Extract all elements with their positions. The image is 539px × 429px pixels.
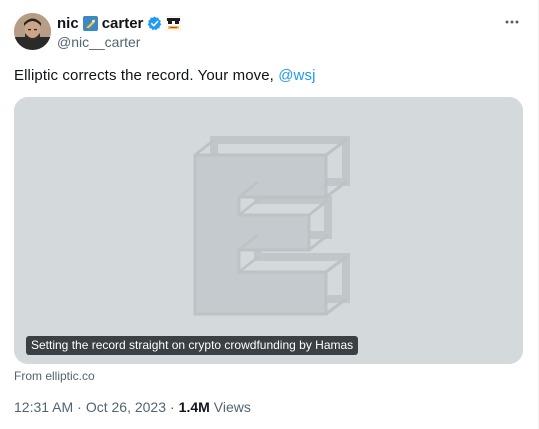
views-label: Views (213, 399, 251, 415)
meta-separator: · (170, 399, 175, 415)
tweet-text: Elliptic corrects the record. Your move,… (14, 67, 316, 84)
card-source[interactable]: From elliptic.co (14, 369, 95, 383)
meta-separator: · (77, 399, 82, 415)
rocket-emoji-icon (82, 15, 98, 31)
more-dots-icon (505, 20, 519, 24)
verified-badge-icon[interactable] (147, 16, 162, 31)
tweet-text-body: Elliptic corrects the record. Your move, (14, 67, 279, 84)
author-name-first[interactable]: nic (57, 15, 79, 32)
elliptic-logo-icon (14, 97, 523, 364)
card-caption[interactable]: Setting the record straight on crypto cr… (26, 336, 359, 355)
avatar-photo-icon (14, 13, 51, 50)
tweet: nic carter @nic__carter Elliptic correct… (0, 0, 539, 429)
more-options-button[interactable] (503, 14, 521, 30)
link-card[interactable]: Setting the record straight on crypto cr… (14, 97, 523, 364)
tweet-meta: 12:31 AM · Oct 26, 2023 · 1.4M Views (14, 399, 251, 415)
author-name-row[interactable]: nic carter (57, 14, 182, 32)
views-count[interactable]: 1.4M (179, 399, 210, 415)
author-name-last[interactable]: carter (102, 15, 144, 32)
pixel-glasses-icon (166, 15, 182, 31)
avatar[interactable] (14, 13, 51, 50)
tweet-time[interactable]: 12:31 AM (14, 399, 73, 415)
mention-link[interactable]: @wsj (278, 67, 315, 84)
author-handle[interactable]: @nic__carter (57, 34, 140, 50)
tweet-date[interactable]: Oct 26, 2023 (86, 399, 166, 415)
